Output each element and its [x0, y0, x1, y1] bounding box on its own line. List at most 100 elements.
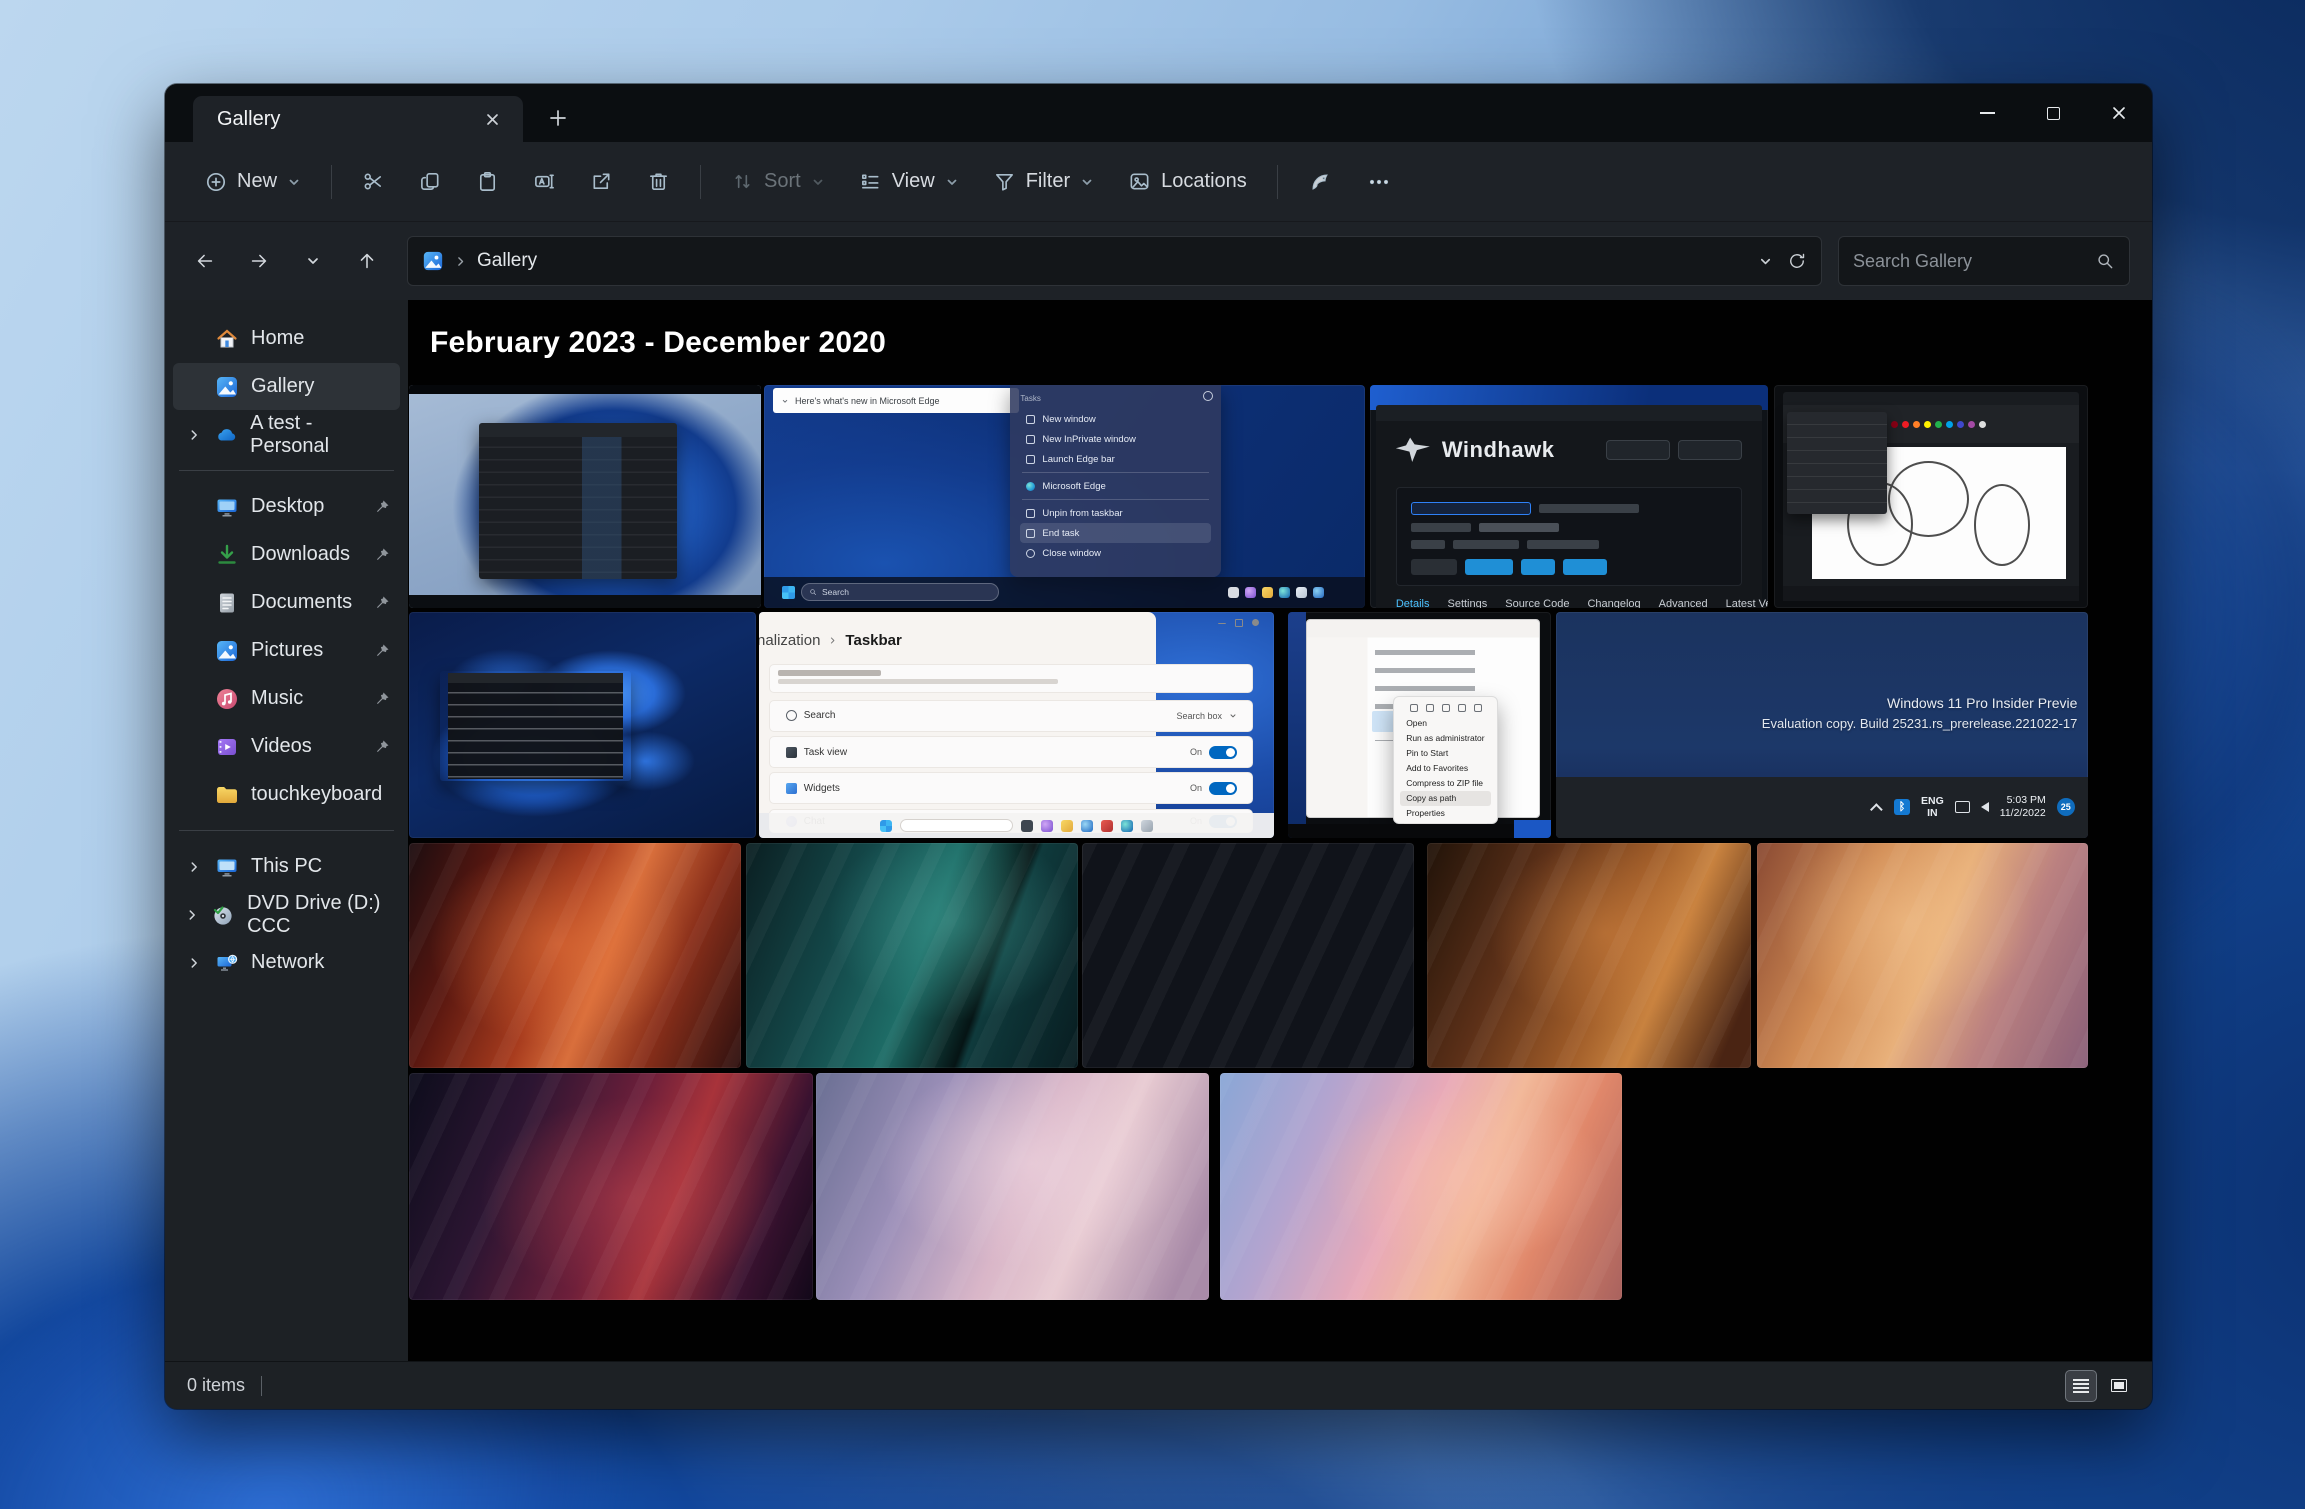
forward-button[interactable]	[235, 238, 283, 284]
chevron-right-icon[interactable]	[187, 956, 201, 970]
thumb-context-menu: Open Run as administrator Pin to Start A…	[1393, 696, 1498, 825]
documents-icon	[215, 591, 239, 615]
tab-title: Gallery	[217, 108, 477, 131]
thumbnail-flower-terminal[interactable]	[409, 612, 756, 838]
onedrive-icon	[214, 423, 238, 447]
copy-button[interactable]	[405, 158, 456, 205]
breadcrumb-chevron-icon	[454, 255, 467, 268]
items-count: 0 items	[187, 1375, 245, 1396]
shell-extension-button[interactable]	[1294, 158, 1346, 206]
chevron-right-icon[interactable]	[187, 860, 201, 874]
ellipsis-icon	[1368, 171, 1390, 193]
main-area: Home Gallery A test - Personal Desktop	[165, 300, 2152, 1361]
sort-button[interactable]: Sort	[717, 158, 839, 205]
folder-icon	[215, 783, 239, 807]
thumbnail-wallpaper-cyan-silk[interactable]	[1082, 843, 1414, 1068]
thumbnail-paint-ellipses[interactable]	[1774, 385, 2088, 608]
paste-icon	[476, 170, 499, 193]
close-button[interactable]	[2086, 84, 2152, 142]
sidebar-item-label: Documents	[251, 591, 352, 614]
tray-chevron-icon	[1870, 803, 1883, 816]
thumbnail-settings-taskbar[interactable]: onalization Taskbar Search Search box	[759, 612, 1274, 838]
recent-locations-button[interactable]	[289, 238, 337, 284]
new-button[interactable]: New	[191, 158, 315, 205]
tray-clock: 5:03 PM 11/2/2022	[2000, 794, 2046, 821]
home-icon	[215, 327, 239, 351]
locations-button[interactable]: Locations	[1114, 158, 1261, 205]
sidebar-item-label: Desktop	[251, 495, 324, 518]
chevron-right-icon[interactable]	[187, 428, 201, 442]
sidebar-item-dvd-drive[interactable]: DVD Drive (D:) CCC	[173, 891, 400, 938]
thumbnail-windhawk-app[interactable]: Windhawk Details Settings Sourc	[1370, 385, 1768, 608]
share-button[interactable]	[576, 158, 627, 205]
see-more-button[interactable]	[1352, 159, 1406, 205]
windhawk-logo-icon	[1396, 437, 1430, 463]
delete-button[interactable]	[633, 158, 684, 205]
thumbnail-wallpaper-teal-silk[interactable]	[746, 843, 1078, 1068]
sidebar-item-videos[interactable]: Videos	[173, 723, 400, 770]
thumbnail-wallpaper-copper-silk[interactable]	[1427, 843, 1751, 1068]
sidebar-item-music[interactable]: Music	[173, 675, 400, 722]
pin-icon	[374, 739, 390, 755]
thumbnail-explorer-context-menu[interactable]: Open Run as administrator Pin to Start A…	[1288, 612, 1551, 838]
sidebar-item-downloads[interactable]: Downloads	[173, 531, 400, 578]
sidebar-item-gallery[interactable]: Gallery	[173, 363, 400, 410]
network-icon	[1955, 801, 1970, 813]
up-button[interactable]	[343, 238, 391, 284]
thumbnail-wallpaper-red-silk[interactable]	[409, 843, 741, 1068]
paste-button[interactable]	[462, 158, 513, 205]
sidebar-item-pictures[interactable]: Pictures	[173, 627, 400, 674]
thumbnail-wallpaper-purple-red-silk[interactable]	[409, 1073, 813, 1300]
thumbnail-wallpaper-lavender-silk[interactable]	[816, 1073, 1209, 1300]
sidebar-item-onedrive[interactable]: A test - Personal	[173, 411, 400, 458]
breadcrumb[interactable]: Gallery	[477, 250, 537, 272]
notification-badge: 25	[2057, 798, 2075, 816]
rename-button[interactable]	[519, 158, 570, 205]
search-icon	[2095, 251, 2115, 271]
thumbnail-wallpaper-peach-silk[interactable]	[1757, 843, 2088, 1068]
filter-button[interactable]: Filter	[979, 158, 1108, 205]
search-input[interactable]	[1853, 251, 2095, 272]
copy-icon	[419, 170, 442, 193]
locations-image-icon	[1128, 170, 1151, 193]
windhawk-tabs: Details Settings Source Code Changelog A…	[1396, 598, 1742, 608]
minimize-button[interactable]	[1954, 84, 2020, 142]
view-toggles	[2066, 1371, 2134, 1401]
thumbnail-wallpaper-pink-blue-silk[interactable]	[1220, 1073, 1622, 1300]
tab-gallery[interactable]: Gallery	[193, 96, 523, 142]
sidebar-item-documents[interactable]: Documents	[173, 579, 400, 626]
filter-button-label: Filter	[1026, 170, 1070, 193]
thumbnail-task-manager-desktop[interactable]	[409, 385, 761, 608]
sidebar-item-label: Pictures	[251, 639, 323, 662]
tab-close-icon[interactable]	[477, 104, 507, 134]
details-view-toggle[interactable]	[2066, 1371, 2096, 1401]
network-icon	[215, 951, 239, 975]
pin-icon	[374, 595, 390, 611]
maximize-button[interactable]	[2020, 84, 2086, 142]
address-dropdown-icon[interactable]	[1758, 254, 1773, 269]
speaker-icon	[1981, 802, 1989, 812]
cut-button[interactable]	[348, 158, 399, 205]
view-button-label: View	[892, 170, 935, 193]
sidebar-item-home[interactable]: Home	[173, 315, 400, 362]
sidebar-item-desktop[interactable]: Desktop	[173, 483, 400, 530]
refresh-icon[interactable]	[1787, 251, 1807, 271]
large-thumbnails-view-toggle[interactable]	[2104, 1371, 2134, 1401]
pictures-icon	[215, 639, 239, 663]
paint-file-menu	[1787, 412, 1887, 515]
sidebar-item-network[interactable]: Network	[173, 939, 400, 986]
sidebar-item-touchkeyboard[interactable]: touchkeyboard	[173, 771, 400, 818]
back-button[interactable]	[181, 238, 229, 284]
sidebar-item-label: A test - Personal	[250, 412, 390, 458]
view-button[interactable]: View	[845, 158, 973, 205]
gallery-location-icon	[422, 250, 444, 272]
new-tab-button[interactable]	[537, 98, 579, 138]
address-bar[interactable]: Gallery	[407, 236, 1822, 286]
sidebar-item-label: DVD Drive (D:) CCC	[247, 892, 390, 938]
window-caption-buttons	[1954, 84, 2152, 142]
chevron-right-icon[interactable]	[185, 908, 199, 922]
thumbnail-insider-desktop[interactable]: Windows 11 Pro Insider Previe Evaluation…	[1556, 612, 2088, 838]
thumbnail-edge-jumplist-desktop[interactable]: Here's what's new in Microsoft Edge Task…	[764, 385, 1365, 608]
sidebar-item-this-pc[interactable]: This PC	[173, 843, 400, 890]
search-box[interactable]	[1838, 236, 2130, 286]
